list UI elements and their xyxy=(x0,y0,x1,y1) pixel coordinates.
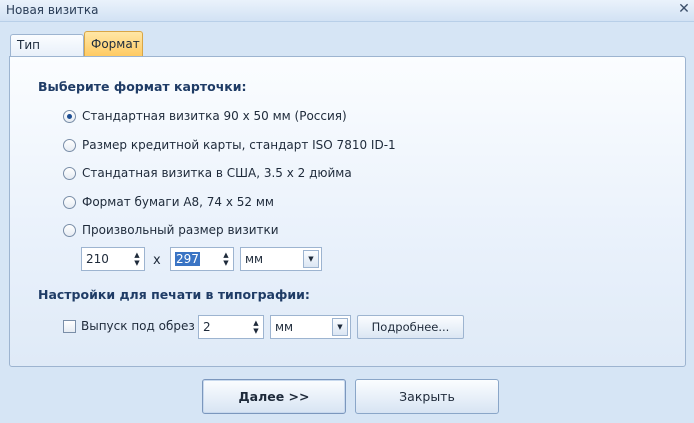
spin-down-icon[interactable]: ▼ xyxy=(253,327,258,335)
bleed-label: Выпуск под обрез xyxy=(81,319,195,333)
stepper-arrows[interactable]: ▲ ▼ xyxy=(130,248,144,270)
radio-button[interactable] xyxy=(63,223,76,237)
spin-up-icon[interactable]: ▲ xyxy=(134,251,139,259)
height-value-wrap[interactable]: 297 xyxy=(171,252,219,266)
size-separator: x xyxy=(153,253,161,268)
width-stepper[interactable]: 210 ▲ ▼ xyxy=(81,247,145,271)
radio-label: Произвольный размер визитки xyxy=(82,223,279,237)
bleed-unit-select[interactable]: мм ▼ xyxy=(270,315,351,339)
spin-down-icon[interactable]: ▼ xyxy=(134,259,139,267)
details-button[interactable]: Подробнее... xyxy=(357,315,464,339)
print-section-title: Настройки для печати в типографии: xyxy=(38,287,310,302)
chevron-down-icon[interactable]: ▼ xyxy=(332,318,348,336)
bleed-stepper[interactable]: 2 ▲ ▼ xyxy=(198,315,264,339)
bleed-unit-value: мм xyxy=(275,320,294,334)
height-stepper[interactable]: 297 ▲ ▼ xyxy=(170,247,234,271)
radio-button[interactable] xyxy=(63,166,76,180)
stepper-arrows[interactable]: ▲ ▼ xyxy=(249,316,263,338)
bleed-value[interactable]: 2 xyxy=(199,320,249,334)
radio-button[interactable] xyxy=(63,138,76,152)
radio-button-checked[interactable] xyxy=(63,109,76,123)
radio-label: Стандатная визитка в США, 3.5 x 2 дюйма xyxy=(82,166,352,180)
title-bar: Новая визитка ✕ xyxy=(0,0,694,22)
window-title: Новая визитка xyxy=(6,3,99,17)
chevron-down-icon[interactable]: ▼ xyxy=(303,250,319,268)
height-value[interactable]: 297 xyxy=(175,252,200,266)
radio-a8[interactable]: Формат бумаги A8, 74 x 52 мм xyxy=(63,193,274,211)
radio-usa[interactable]: Стандатная визитка в США, 3.5 x 2 дюйма xyxy=(63,164,352,182)
radio-standard-russia[interactable]: Стандартная визитка 90 x 50 мм (Россия) xyxy=(63,107,347,125)
close-button[interactable]: Закрыть xyxy=(355,379,499,414)
radio-label: Стандартная визитка 90 x 50 мм (Россия) xyxy=(82,109,347,123)
tab-format[interactable]: Формат xyxy=(84,31,143,57)
radio-label: Формат бумаги A8, 74 x 52 мм xyxy=(82,195,274,209)
radio-credit-card[interactable]: Размер кредитной карты, стандарт ISO 781… xyxy=(63,136,396,154)
next-button[interactable]: Далее >> xyxy=(202,379,346,414)
spin-down-icon[interactable]: ▼ xyxy=(223,259,228,267)
stepper-arrows[interactable]: ▲ ▼ xyxy=(219,248,233,270)
radio-custom-size[interactable]: Произвольный размер визитки xyxy=(63,221,279,239)
spin-up-icon[interactable]: ▲ xyxy=(223,251,228,259)
radio-label: Размер кредитной карты, стандарт ISO 781… xyxy=(82,138,396,152)
bleed-checkbox[interactable] xyxy=(63,320,76,333)
radio-button[interactable] xyxy=(63,195,76,209)
size-unit-select[interactable]: мм ▼ xyxy=(240,247,322,271)
close-icon[interactable]: ✕ xyxy=(676,0,692,18)
format-section-title: Выберите формат карточки: xyxy=(38,79,247,94)
spin-up-icon[interactable]: ▲ xyxy=(253,319,258,327)
width-value[interactable]: 210 xyxy=(82,252,130,266)
size-unit-value: мм xyxy=(245,252,264,266)
tab-card-type[interactable]: Тип карты xyxy=(10,34,84,73)
